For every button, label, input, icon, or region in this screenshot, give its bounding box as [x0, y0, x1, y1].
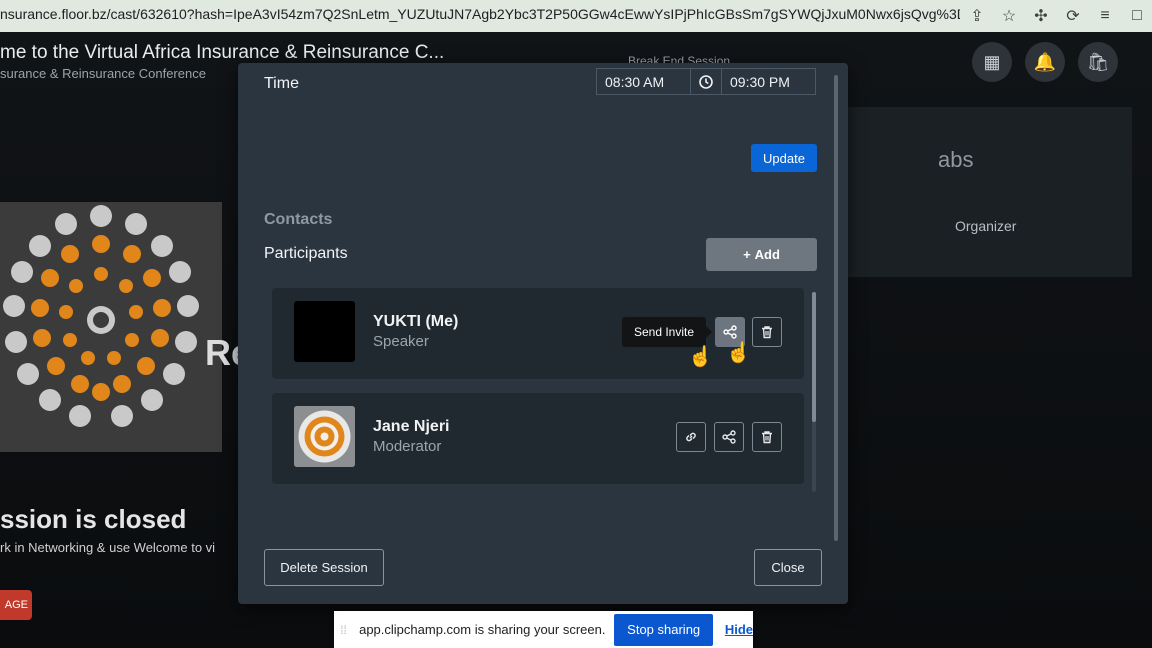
grid-icon[interactable]: ▦: [972, 42, 1012, 82]
copy-link-button[interactable]: [676, 422, 706, 452]
browser-actions: ⇪ ☆ ✣ ⟳ ≡ □: [968, 0, 1152, 32]
stop-sharing-button[interactable]: Stop sharing: [614, 613, 713, 646]
end-time-field[interactable]: 09:30 PM: [721, 68, 816, 95]
participants-label: Participants: [264, 245, 348, 262]
participant-card: YUKTI (Me) Speaker: [272, 288, 804, 379]
modal-scrollbar-thumb[interactable]: [834, 75, 838, 541]
session-hint: rk in Networking & use Welcome to vi: [0, 540, 216, 555]
participant-card: Jane Njeri Moderator: [272, 393, 804, 484]
contacts-label[interactable]: Contacts: [264, 211, 332, 229]
drag-handle-icon[interactable]: ⁞⁞: [334, 623, 353, 637]
avatar: [294, 301, 355, 362]
share-page-icon[interactable]: ⇪: [968, 7, 986, 25]
participants-scrollbar-thumb[interactable]: [812, 292, 816, 422]
delete-session-button[interactable]: Delete Session: [264, 549, 384, 586]
share-message: app.clipchamp.com is sharing your screen…: [359, 622, 606, 637]
start-time-field[interactable]: 08:30 AM: [596, 68, 691, 95]
bell-icon[interactable]: 🔔: [1025, 42, 1065, 82]
trash-icon: [762, 326, 772, 339]
stage-logo-image: [0, 202, 222, 452]
bag-icon[interactable]: 🛍: [1078, 42, 1118, 82]
update-button[interactable]: Update: [751, 144, 817, 172]
event-subtitle: surance & Reinsurance Conference: [0, 66, 206, 81]
link-icon: [686, 432, 696, 442]
avatar: [294, 406, 355, 467]
sync-icon[interactable]: ⟳: [1064, 7, 1082, 25]
share-invite-button[interactable]: [714, 422, 744, 452]
participant-name: YUKTI (Me): [373, 313, 459, 330]
hand-cursor-icon: ☝: [688, 346, 713, 368]
participant-role: Moderator: [373, 438, 442, 455]
event-title: me to the Virtual Africa Insurance & Rei…: [0, 42, 445, 63]
clock-icon: [690, 68, 722, 95]
session-status: ssion is closed: [0, 504, 187, 534]
hand-cursor-icon: ☝: [726, 342, 751, 364]
add-button-label: Add: [754, 247, 780, 262]
trash-icon: [762, 431, 772, 444]
bookmark-star-icon[interactable]: ☆: [1000, 7, 1018, 25]
time-label: Time: [264, 75, 299, 92]
organizer-label: Organizer: [955, 218, 1017, 234]
stage-button[interactable]: AGE: [0, 590, 32, 620]
delete-participant-button[interactable]: [752, 422, 782, 452]
participant-role: Speaker: [373, 333, 429, 350]
organizer-logo: abs: [938, 147, 974, 172]
organizer-panel: [848, 107, 1132, 277]
screen-share-bar: ⁞⁞ app.clipchamp.com is sharing your scr…: [334, 611, 753, 648]
plus-icon: +: [743, 247, 751, 262]
send-invite-tooltip: Send Invite: [622, 317, 712, 347]
extensions-icon[interactable]: ✣: [1032, 7, 1050, 25]
delete-participant-button[interactable]: [752, 317, 782, 347]
window-icon[interactable]: □: [1128, 7, 1146, 25]
participant-name: Jane Njeri: [373, 418, 450, 435]
share-icon: [723, 325, 737, 339]
hide-link[interactable]: Hide: [725, 622, 753, 637]
share-icon: [722, 430, 736, 444]
browser-toolbar: nsurance.floor.bz/cast/632610?hash=IpeA3…: [0, 0, 1152, 32]
close-button[interactable]: Close: [754, 549, 822, 586]
add-participant-button[interactable]: + Add: [706, 238, 817, 271]
url-text[interactable]: nsurance.floor.bz/cast/632610?hash=IpeA3…: [0, 6, 960, 22]
reading-list-icon[interactable]: ≡: [1096, 7, 1114, 25]
